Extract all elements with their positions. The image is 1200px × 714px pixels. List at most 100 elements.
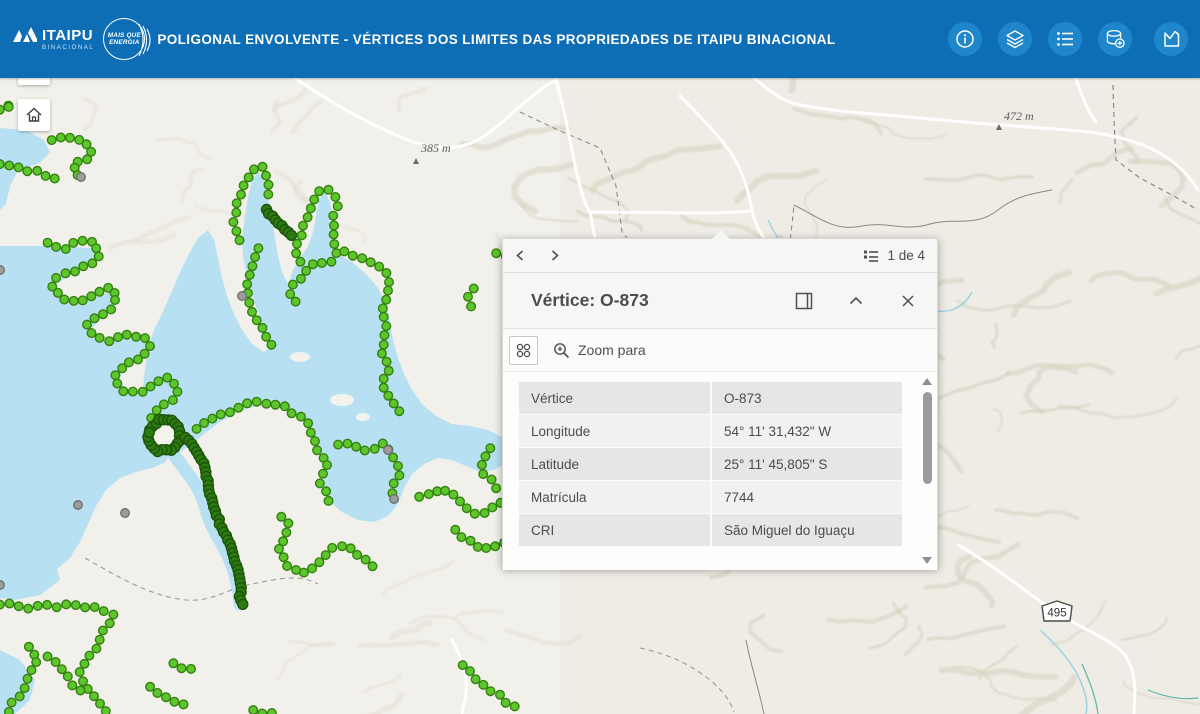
vertex-dot[interactable] bbox=[252, 397, 261, 406]
vertex-dot[interactable] bbox=[154, 377, 163, 386]
vertex-dot[interactable] bbox=[58, 665, 67, 674]
vertex-dot[interactable] bbox=[138, 388, 147, 397]
vertex-dot[interactable] bbox=[379, 313, 388, 322]
vertex-dot[interactable] bbox=[15, 692, 24, 701]
vertex-dot[interactable] bbox=[32, 658, 41, 667]
vertex-dot[interactable] bbox=[510, 702, 519, 711]
vertex-dot[interactable] bbox=[85, 651, 94, 660]
vertex-dot[interactable] bbox=[491, 542, 500, 551]
vertex-dot[interactable] bbox=[323, 461, 332, 470]
vertex-dot[interactable] bbox=[277, 513, 286, 522]
vertex-dot[interactable] bbox=[79, 677, 88, 686]
vertex-dot[interactable] bbox=[95, 635, 104, 644]
vertex-dot[interactable] bbox=[251, 253, 260, 262]
vertex-dot[interactable] bbox=[287, 230, 297, 240]
vertex-dot[interactable] bbox=[99, 310, 108, 319]
vertex-dot[interactable] bbox=[232, 199, 241, 208]
vertex-dot[interactable] bbox=[311, 437, 320, 446]
vertex-dot[interactable] bbox=[4, 103, 13, 112]
vertex-dot[interactable] bbox=[62, 600, 71, 609]
legend-button[interactable] bbox=[1048, 22, 1082, 56]
vertex-dot[interactable] bbox=[235, 236, 244, 245]
vertex-dot[interactable] bbox=[52, 274, 61, 283]
scroll-thumb[interactable] bbox=[923, 392, 932, 484]
vertex-dot[interactable] bbox=[304, 419, 313, 428]
vertex-dot[interactable] bbox=[229, 218, 238, 227]
vertex-dot[interactable] bbox=[61, 269, 70, 278]
vertex-dot[interactable] bbox=[292, 249, 301, 258]
vertex-dot[interactable] bbox=[90, 692, 99, 701]
vertex-dot[interactable] bbox=[366, 258, 375, 267]
vertex-dot[interactable] bbox=[41, 172, 50, 181]
vertex-dot-gray[interactable] bbox=[390, 495, 399, 504]
vertex-dot[interactable] bbox=[239, 181, 248, 190]
vertex-dot[interactable] bbox=[481, 452, 490, 461]
vertex-dot[interactable] bbox=[394, 462, 403, 471]
vertex-dot[interactable] bbox=[92, 644, 101, 653]
vertex-dot[interactable] bbox=[262, 171, 271, 180]
vertex-dot[interactable] bbox=[83, 320, 92, 329]
vertex-dot[interactable] bbox=[328, 544, 337, 553]
vertex-dot[interactable] bbox=[111, 371, 120, 380]
vertex-dot[interactable] bbox=[487, 475, 496, 484]
vertex-dot[interactable] bbox=[96, 699, 105, 708]
vertex-dot[interactable] bbox=[395, 407, 404, 416]
vertex-dot[interactable] bbox=[95, 288, 104, 297]
vertex-dot[interactable] bbox=[480, 509, 489, 518]
vertex-dot[interactable] bbox=[486, 687, 495, 696]
vertex-dot[interactable] bbox=[457, 533, 466, 542]
vertex-dot[interactable] bbox=[245, 298, 254, 307]
vertex-dot-gray[interactable] bbox=[74, 501, 83, 510]
vertex-dot[interactable] bbox=[170, 697, 179, 706]
vertex-dot[interactable] bbox=[99, 626, 108, 635]
vertex-dot[interactable] bbox=[24, 604, 33, 613]
next-feature-button[interactable] bbox=[537, 240, 571, 272]
vertex-dot[interactable] bbox=[88, 259, 97, 268]
vertex-dot[interactable] bbox=[308, 564, 317, 573]
vertex-dot[interactable] bbox=[232, 208, 241, 217]
vertex-dot[interactable] bbox=[379, 383, 388, 392]
vertex-dot[interactable] bbox=[466, 667, 475, 676]
vertex-dot[interactable] bbox=[179, 700, 188, 709]
vertex-dot-gray[interactable] bbox=[0, 266, 4, 275]
vertex-dot[interactable] bbox=[361, 446, 370, 455]
vertex-dot[interactable] bbox=[296, 258, 305, 267]
vertex-dot[interactable] bbox=[451, 525, 460, 534]
vertex-dot[interactable] bbox=[284, 519, 293, 528]
vertex-dot[interactable] bbox=[248, 262, 257, 271]
vertex-dot[interactable] bbox=[99, 607, 108, 616]
vertex-dot[interactable] bbox=[0, 600, 4, 609]
vertex-dot[interactable] bbox=[349, 251, 358, 260]
vertex-dot[interactable] bbox=[319, 469, 328, 478]
vertex-dot[interactable] bbox=[318, 259, 327, 268]
vertex-dot[interactable] bbox=[25, 643, 34, 652]
vertex-dot[interactable] bbox=[289, 280, 298, 289]
vertex-dot[interactable] bbox=[303, 213, 312, 222]
vertex-dot[interactable] bbox=[200, 419, 209, 428]
vertex-dot[interactable] bbox=[109, 610, 118, 619]
vertex-dot[interactable] bbox=[87, 329, 96, 338]
vertex-dot[interactable] bbox=[33, 602, 42, 611]
vertex-dot[interactable] bbox=[169, 396, 178, 405]
vertex-dot[interactable] bbox=[57, 133, 66, 142]
vertex-dot[interactable] bbox=[384, 391, 393, 400]
vertex-dot[interactable] bbox=[79, 262, 88, 271]
vertex-dot[interactable] bbox=[107, 305, 116, 314]
vertex-dot[interactable] bbox=[287, 409, 296, 418]
vertex-dot[interactable] bbox=[69, 297, 78, 306]
vertex-dot[interactable] bbox=[7, 698, 16, 707]
vertex-dot[interactable] bbox=[379, 304, 388, 313]
vertex-dot[interactable] bbox=[329, 211, 338, 220]
vertex-dot[interactable] bbox=[252, 316, 261, 325]
vertex-dot[interactable] bbox=[307, 204, 316, 213]
previous-feature-button[interactable] bbox=[503, 240, 537, 272]
vertex-dot[interactable] bbox=[262, 332, 271, 341]
vertex-dot[interactable] bbox=[134, 355, 143, 364]
vertex-dot[interactable] bbox=[72, 601, 81, 610]
vertex-dot[interactable] bbox=[479, 470, 488, 479]
vertex-dot[interactable] bbox=[293, 240, 302, 249]
vertex-dot[interactable] bbox=[173, 387, 182, 396]
vertex-dot[interactable] bbox=[146, 342, 155, 351]
vertex-dot[interactable] bbox=[51, 658, 60, 667]
vertex-dot[interactable] bbox=[316, 479, 325, 488]
